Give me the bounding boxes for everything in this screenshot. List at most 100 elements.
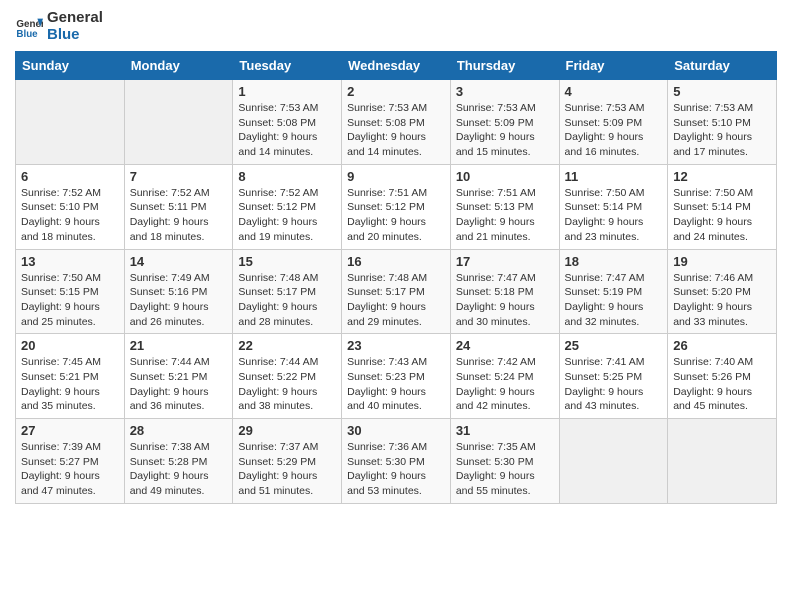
calendar-week-5: 27 Sunrise: 7:39 AMSunset: 5:27 PMDayligh… [16, 419, 777, 504]
logo-icon: General Blue [15, 13, 43, 41]
weekday-header-thursday: Thursday [450, 52, 559, 80]
day-info: Sunrise: 7:38 AMSunset: 5:28 PMDaylight:… [130, 440, 228, 499]
calendar-cell: 21 Sunrise: 7:44 AMSunset: 5:21 PMDayligh… [124, 334, 233, 419]
calendar-cell [559, 419, 668, 504]
day-info: Sunrise: 7:42 AMSunset: 5:24 PMDaylight:… [456, 355, 554, 414]
day-info: Sunrise: 7:36 AMSunset: 5:30 PMDaylight:… [347, 440, 445, 499]
day-info: Sunrise: 7:44 AMSunset: 5:22 PMDaylight:… [238, 355, 336, 414]
day-info: Sunrise: 7:53 AMSunset: 5:09 PMDaylight:… [456, 101, 554, 160]
day-info: Sunrise: 7:43 AMSunset: 5:23 PMDaylight:… [347, 355, 445, 414]
calendar-cell: 13Sunrise: 7:50 AMSunset: 5:15 PMDayligh… [16, 249, 125, 334]
calendar-cell: 7 Sunrise: 7:52 AMSunset: 5:11 PMDaylight… [124, 164, 233, 249]
day-info: Sunrise: 7:46 AMSunset: 5:20 PMDaylight:… [673, 271, 771, 330]
day-info: Sunrise: 7:52 AMSunset: 5:10 PMDaylight:… [21, 186, 119, 245]
day-info: Sunrise: 7:49 AMSunset: 5:16 PMDaylight:… [130, 271, 228, 330]
calendar-header: SundayMondayTuesdayWednesdayThursdayFrid… [16, 52, 777, 80]
logo: General Blue General Blue [15, 10, 103, 43]
logo-general: General [47, 10, 103, 27]
day-number: 31 [456, 423, 554, 438]
day-info: Sunrise: 7:39 AMSunset: 5:27 PMDaylight:… [21, 440, 119, 499]
day-info: Sunrise: 7:47 AMSunset: 5:19 PMDaylight:… [565, 271, 663, 330]
calendar-cell: 11Sunrise: 7:50 AMSunset: 5:14 PMDayligh… [559, 164, 668, 249]
calendar-cell: 28 Sunrise: 7:38 AMSunset: 5:28 PMDayligh… [124, 419, 233, 504]
day-info: Sunrise: 7:52 AMSunset: 5:12 PMDaylight:… [238, 186, 336, 245]
day-info: Sunrise: 7:48 AMSunset: 5:17 PMDaylight:… [238, 271, 336, 330]
day-number: 28 [130, 423, 228, 438]
calendar-cell: 8 Sunrise: 7:52 AMSunset: 5:12 PMDaylight… [233, 164, 342, 249]
day-info: Sunrise: 7:37 AMSunset: 5:29 PMDaylight:… [238, 440, 336, 499]
calendar-body: 1 Sunrise: 7:53 AMSunset: 5:08 PMDaylight… [16, 80, 777, 504]
day-number: 14 [130, 254, 228, 269]
day-number: 19 [673, 254, 771, 269]
calendar-cell: 2 Sunrise: 7:53 AMSunset: 5:08 PMDaylight… [342, 80, 451, 165]
day-number: 21 [130, 338, 228, 353]
calendar-cell: 27 Sunrise: 7:39 AMSunset: 5:27 PMDayligh… [16, 419, 125, 504]
calendar-cell: 12 Sunrise: 7:50 AMSunset: 5:14 PMDayligh… [668, 164, 777, 249]
calendar-cell: 30 Sunrise: 7:36 AMSunset: 5:30 PMDayligh… [342, 419, 451, 504]
day-info: Sunrise: 7:50 AMSunset: 5:14 PMDaylight:… [565, 186, 663, 245]
day-number: 4 [565, 84, 663, 99]
weekday-header-wednesday: Wednesday [342, 52, 451, 80]
day-info: Sunrise: 7:50 AMSunset: 5:14 PMDaylight:… [673, 186, 771, 245]
calendar-week-3: 13Sunrise: 7:50 AMSunset: 5:15 PMDayligh… [16, 249, 777, 334]
day-number: 20 [21, 338, 119, 353]
day-number: 16 [347, 254, 445, 269]
calendar-cell [16, 80, 125, 165]
calendar-cell: 22 Sunrise: 7:44 AMSunset: 5:22 PMDayligh… [233, 334, 342, 419]
weekday-header-sunday: Sunday [16, 52, 125, 80]
calendar-cell: 5Sunrise: 7:53 AMSunset: 5:10 PMDaylight… [668, 80, 777, 165]
day-info: Sunrise: 7:47 AMSunset: 5:18 PMDaylight:… [456, 271, 554, 330]
day-number: 12 [673, 169, 771, 184]
calendar-cell: 18 Sunrise: 7:47 AMSunset: 5:19 PMDayligh… [559, 249, 668, 334]
calendar-cell: 15Sunrise: 7:48 AMSunset: 5:17 PMDayligh… [233, 249, 342, 334]
calendar-cell [124, 80, 233, 165]
day-number: 29 [238, 423, 336, 438]
calendar-cell: 31Sunrise: 7:35 AMSunset: 5:30 PMDayligh… [450, 419, 559, 504]
weekday-header-saturday: Saturday [668, 52, 777, 80]
calendar-cell: 25Sunrise: 7:41 AMSunset: 5:25 PMDayligh… [559, 334, 668, 419]
day-number: 1 [238, 84, 336, 99]
day-info: Sunrise: 7:53 AMSunset: 5:08 PMDaylight:… [347, 101, 445, 160]
day-info: Sunrise: 7:48 AMSunset: 5:17 PMDaylight:… [347, 271, 445, 330]
calendar-cell: 23Sunrise: 7:43 AMSunset: 5:23 PMDayligh… [342, 334, 451, 419]
day-number: 30 [347, 423, 445, 438]
calendar-cell: 20 Sunrise: 7:45 AMSunset: 5:21 PMDayligh… [16, 334, 125, 419]
day-info: Sunrise: 7:50 AMSunset: 5:15 PMDaylight:… [21, 271, 119, 330]
day-info: Sunrise: 7:53 AMSunset: 5:10 PMDaylight:… [673, 101, 771, 160]
calendar-cell: 4 Sunrise: 7:53 AMSunset: 5:09 PMDaylight… [559, 80, 668, 165]
day-number: 22 [238, 338, 336, 353]
day-number: 26 [673, 338, 771, 353]
page-header: General Blue General Blue [15, 10, 777, 43]
calendar-cell: 14 Sunrise: 7:49 AMSunset: 5:16 PMDayligh… [124, 249, 233, 334]
day-number: 2 [347, 84, 445, 99]
day-number: 3 [456, 84, 554, 99]
day-info: Sunrise: 7:53 AMSunset: 5:09 PMDaylight:… [565, 101, 663, 160]
calendar-cell [668, 419, 777, 504]
calendar-cell: 3 Sunrise: 7:53 AMSunset: 5:09 PMDaylight… [450, 80, 559, 165]
day-number: 8 [238, 169, 336, 184]
day-info: Sunrise: 7:51 AMSunset: 5:12 PMDaylight:… [347, 186, 445, 245]
day-number: 6 [21, 169, 119, 184]
day-info: Sunrise: 7:45 AMSunset: 5:21 PMDaylight:… [21, 355, 119, 414]
logo-blue: Blue [47, 27, 103, 44]
calendar-cell: 9Sunrise: 7:51 AMSunset: 5:12 PMDaylight… [342, 164, 451, 249]
calendar-cell: 29 Sunrise: 7:37 AMSunset: 5:29 PMDayligh… [233, 419, 342, 504]
calendar-week-1: 1 Sunrise: 7:53 AMSunset: 5:08 PMDaylight… [16, 80, 777, 165]
day-number: 27 [21, 423, 119, 438]
day-number: 7 [130, 169, 228, 184]
calendar-cell: 1 Sunrise: 7:53 AMSunset: 5:08 PMDaylight… [233, 80, 342, 165]
calendar-cell: 17 Sunrise: 7:47 AMSunset: 5:18 PMDayligh… [450, 249, 559, 334]
weekday-header-row: SundayMondayTuesdayWednesdayThursdayFrid… [16, 52, 777, 80]
svg-text:Blue: Blue [16, 28, 38, 39]
day-info: Sunrise: 7:44 AMSunset: 5:21 PMDaylight:… [130, 355, 228, 414]
weekday-header-friday: Friday [559, 52, 668, 80]
calendar-cell: 24Sunrise: 7:42 AMSunset: 5:24 PMDayligh… [450, 334, 559, 419]
calendar-cell: 6 Sunrise: 7:52 AMSunset: 5:10 PMDaylight… [16, 164, 125, 249]
day-info: Sunrise: 7:53 AMSunset: 5:08 PMDaylight:… [238, 101, 336, 160]
day-info: Sunrise: 7:52 AMSunset: 5:11 PMDaylight:… [130, 186, 228, 245]
day-number: 17 [456, 254, 554, 269]
day-number: 18 [565, 254, 663, 269]
calendar-cell: 10Sunrise: 7:51 AMSunset: 5:13 PMDayligh… [450, 164, 559, 249]
weekday-header-tuesday: Tuesday [233, 52, 342, 80]
calendar-cell: 16 Sunrise: 7:48 AMSunset: 5:17 PMDayligh… [342, 249, 451, 334]
